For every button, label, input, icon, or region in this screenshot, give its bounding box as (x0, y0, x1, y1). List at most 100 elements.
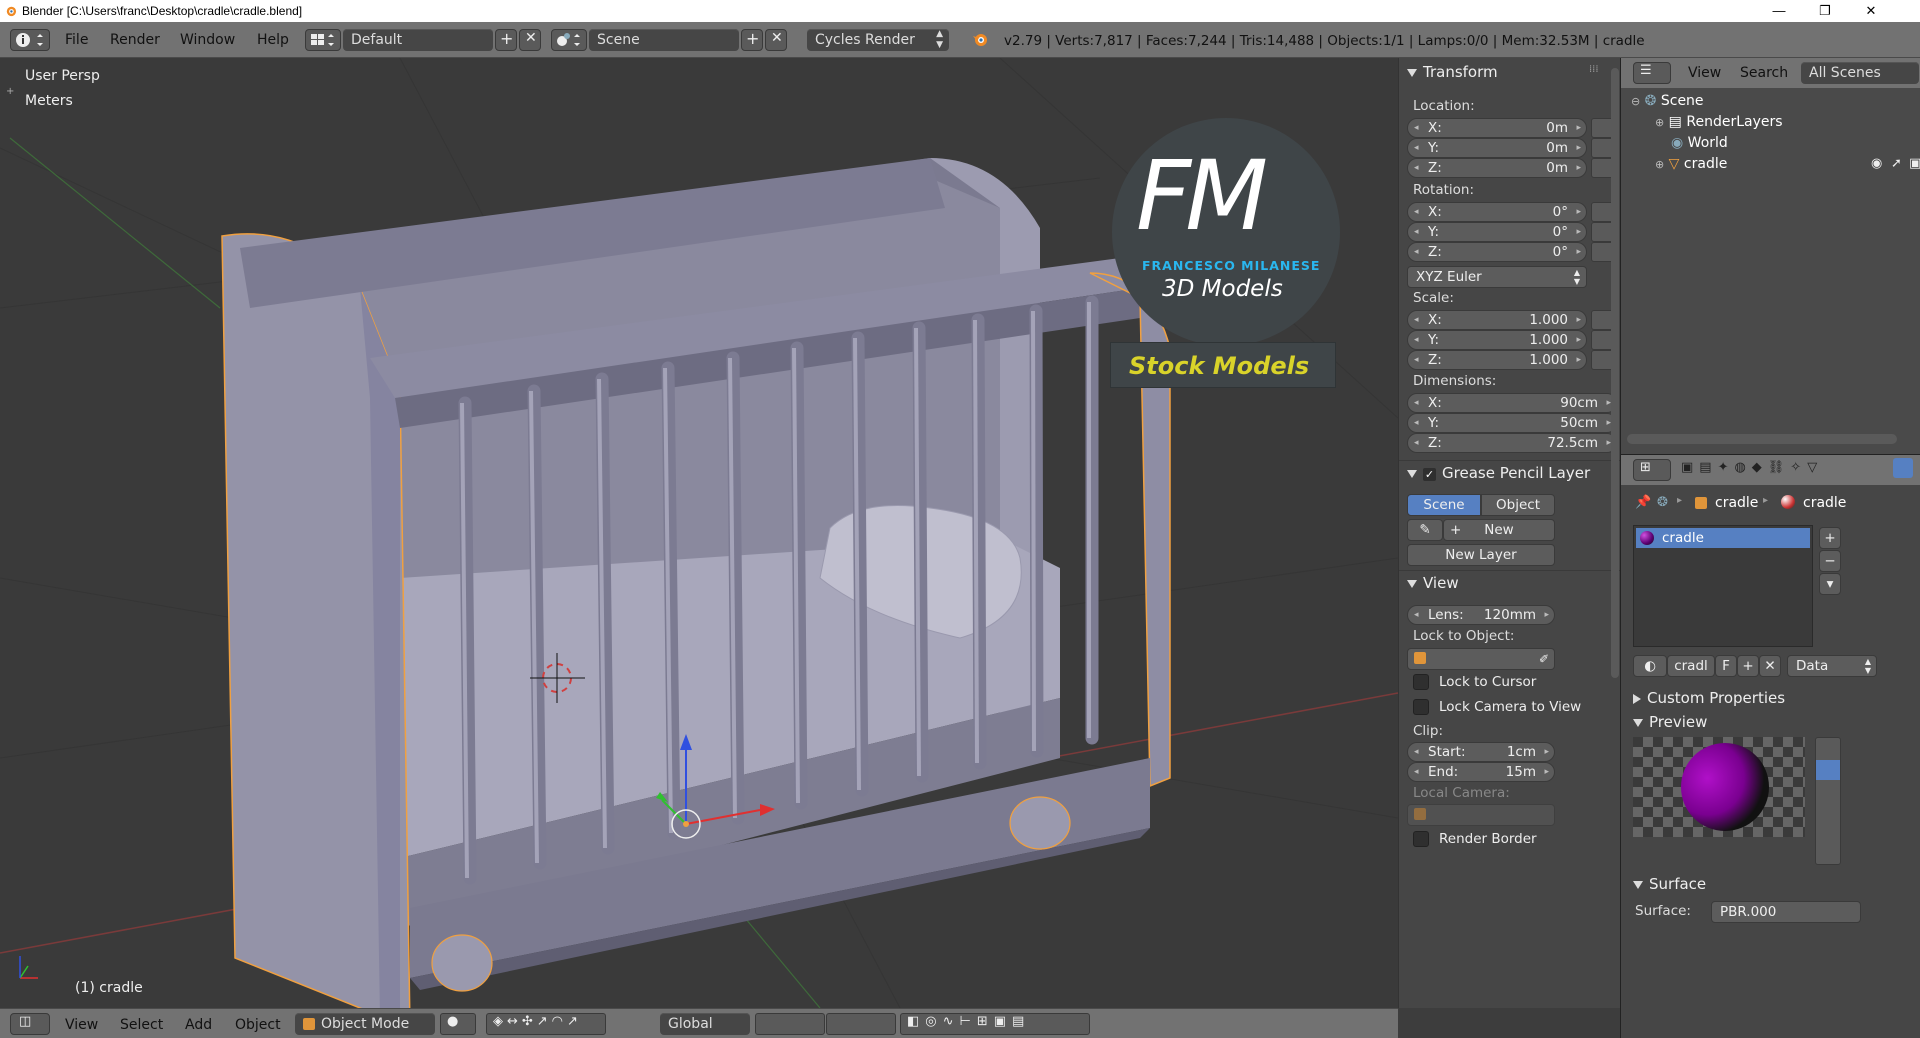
rotation-y-field[interactable]: ◂ Y: 0° ▸ (1407, 222, 1587, 242)
menu-window[interactable]: Window (180, 32, 235, 48)
preview-sphere-button[interactable] (1816, 760, 1840, 780)
material-tab-icon[interactable] (1893, 458, 1913, 478)
renderability-camera-icon[interactable]: ▣ (1909, 156, 1920, 171)
layer-buttons-1[interactable] (755, 1013, 825, 1035)
lock-camera-checkbox[interactable] (1413, 699, 1429, 715)
scene-field[interactable]: Scene (589, 29, 739, 51)
scale-y-field[interactable]: ◂ Y: 1.000 ▸ (1407, 330, 1587, 350)
outliner-display-mode[interactable]: All Scenes (1801, 62, 1919, 84)
dimensions-y-field[interactable]: ◂ Y: 50cm ▸ (1407, 413, 1617, 433)
add-material-slot-button[interactable]: + (1819, 527, 1841, 549)
grease-pencil-scene-tab[interactable]: Scene (1407, 494, 1481, 516)
clip-start-field[interactable]: ◂ Start: 1cm ▸ (1407, 742, 1555, 762)
outliner-cradle-row[interactable]: ⊕ ▽ cradle (1655, 156, 1727, 172)
fake-user-button[interactable]: F (1715, 655, 1737, 677)
surface-panel-header[interactable]: Surface (1633, 875, 1706, 893)
grease-pencil-panel-header[interactable]: ✓ Grease Pencil Layer (1407, 464, 1590, 482)
layer-buttons-2[interactable] (826, 1013, 896, 1035)
screen-layout-icon-button[interactable] (305, 29, 341, 51)
grease-pencil-icon-button[interactable]: ✎ (1407, 519, 1443, 541)
menu-render[interactable]: Render (110, 32, 160, 48)
outliner-editor-type-button[interactable]: ☰ (1633, 62, 1671, 84)
toolshelf-toggle-icon[interactable]: + (6, 86, 14, 97)
properties-context-tabs[interactable]: ▣▤✦◍◆⛓✧▽ (1681, 458, 1917, 480)
collapse-icon[interactable]: ⊖ (1631, 95, 1640, 108)
scale-z-field[interactable]: ◂ Z: 1.000 ▸ (1407, 350, 1587, 370)
custom-properties-header[interactable]: Custom Properties (1633, 689, 1785, 707)
info-editor-type-button[interactable] (10, 29, 50, 51)
preview-type-buttons[interactable] (1815, 737, 1841, 865)
dimensions-x-field[interactable]: ◂ X: 90cm ▸ (1407, 393, 1617, 413)
remove-material-slot-button[interactable]: − (1819, 550, 1841, 572)
view-panel-header[interactable]: View (1407, 574, 1459, 592)
cradle-model[interactable] (221, 158, 1171, 1008)
outliner-renderlayers-row[interactable]: ⊕ ▤ RenderLayers (1655, 114, 1783, 130)
menu-object[interactable]: Object (235, 1017, 281, 1033)
new-layer-button[interactable]: New Layer (1407, 544, 1555, 566)
menu-file[interactable]: File (65, 32, 88, 48)
material-name-field[interactable]: cradl (1667, 655, 1715, 677)
add-scene-button[interactable]: + (741, 29, 763, 51)
scale-x-field[interactable]: ◂ X: 1.000 ▸ (1407, 310, 1587, 330)
pivot-manipulator-buttons[interactable]: ◈↔✣↗◠↗ (486, 1013, 606, 1035)
snapping-render-buttons[interactable]: ◧◎∿⊢⊞▣▤ (900, 1013, 1090, 1035)
context-tab-icons[interactable]: ▣▤✦◍◆⛓✧▽ (1681, 460, 1823, 475)
menu-view[interactable]: View (65, 1017, 98, 1033)
lock-to-cursor-checkbox[interactable] (1413, 674, 1429, 690)
render-engine-dropdown[interactable]: Cycles Render ▲ ▼ (807, 29, 949, 51)
unlink-material-button[interactable]: ✕ (1759, 655, 1781, 677)
material-browse-button[interactable]: ◐ (1633, 655, 1667, 677)
material-slot-list[interactable]: cradle (1633, 525, 1813, 647)
pin-icon[interactable]: 📌 (1635, 495, 1651, 510)
menu-select[interactable]: Select (120, 1017, 163, 1033)
remove-layout-button[interactable]: ✕ (519, 29, 541, 51)
grease-pencil-new-button[interactable]: + New (1443, 519, 1555, 541)
outliner-scrollbar[interactable] (1627, 434, 1897, 444)
grease-pencil-object-tab[interactable]: Object (1481, 494, 1555, 516)
clip-end-field[interactable]: ◂ End: 15m ▸ (1407, 762, 1555, 782)
rotation-mode-dropdown[interactable]: XYZ Euler ▲ ▼ (1407, 266, 1587, 288)
preview-panel-header[interactable]: Preview (1633, 713, 1707, 731)
outliner-view-menu[interactable]: View (1688, 65, 1721, 81)
location-z-field[interactable]: ◂ Z: 0m ▸ (1407, 158, 1587, 178)
selectability-cursor-icon[interactable]: ➚ (1891, 156, 1902, 171)
viewport-editor-type-button[interactable]: ◫ (10, 1013, 50, 1035)
rotation-x-field[interactable]: ◂ X: 0° ▸ (1407, 202, 1587, 222)
expand-icon[interactable]: ⊕ (1655, 158, 1664, 171)
lock-object-field[interactable]: ✐ (1407, 648, 1555, 670)
rotation-z-field[interactable]: ◂ Z: 0° ▸ (1407, 242, 1587, 262)
dimensions-z-field[interactable]: ◂ Z: 72.5cm ▸ (1407, 433, 1617, 453)
new-material-button[interactable]: + (1737, 655, 1759, 677)
properties-editor-type-button[interactable]: ⊞ (1633, 459, 1671, 481)
shelf-scrollbar[interactable] (1611, 68, 1619, 678)
menu-add[interactable]: Add (185, 1017, 212, 1033)
menu-help[interactable]: Help (257, 32, 289, 48)
location-x-field[interactable]: ◂ X: 0m ▸ (1407, 118, 1587, 138)
outliner-search-menu[interactable]: Search (1740, 65, 1788, 81)
visibility-eye-icon[interactable]: ◉ (1871, 156, 1882, 171)
material-link-dropdown[interactable]: Data ▲ ▼ (1787, 655, 1877, 677)
material-slot-menu-button[interactable]: ▾ (1819, 573, 1841, 595)
add-layout-button[interactable]: + (495, 29, 517, 51)
screen-layout-field[interactable]: Default (343, 29, 493, 51)
location-y-field[interactable]: ◂ Y: 0m ▸ (1407, 138, 1587, 158)
transform-orientation-dropdown[interactable]: Global (660, 1013, 750, 1035)
lens-field[interactable]: ◂ Lens: 120mm ▸ (1407, 605, 1555, 625)
scene-icon-button[interactable] (551, 29, 587, 51)
interaction-mode-dropdown[interactable]: Object Mode (295, 1013, 435, 1035)
transform-panel-header[interactable]: Transform (1407, 63, 1498, 81)
render-border-checkbox[interactable] (1413, 831, 1429, 847)
maximize-button[interactable]: ❐ (1802, 0, 1848, 22)
drag-handle-icon[interactable]: ⁞⁞⁞ (1589, 64, 1599, 75)
remove-scene-button[interactable]: ✕ (765, 29, 787, 51)
outliner-scene-row[interactable]: ⊖ ❂ Scene (1631, 93, 1704, 109)
close-button[interactable]: ✕ (1848, 0, 1894, 22)
minimize-button[interactable]: — (1756, 0, 1802, 22)
expand-icon[interactable]: ⊕ (1655, 116, 1664, 129)
outliner-world-row[interactable]: ◉ World (1671, 135, 1728, 151)
viewport-shading-button[interactable]: ● (440, 1013, 476, 1035)
3d-viewport[interactable]: User Persp Meters + (1) cradle FM FRANCE… (0, 58, 1398, 1008)
eyedropper-icon[interactable]: ✐ (1539, 649, 1549, 669)
grease-pencil-checkbox[interactable]: ✓ (1423, 468, 1436, 481)
surface-shader-field[interactable]: PBR.000 (1711, 901, 1861, 923)
